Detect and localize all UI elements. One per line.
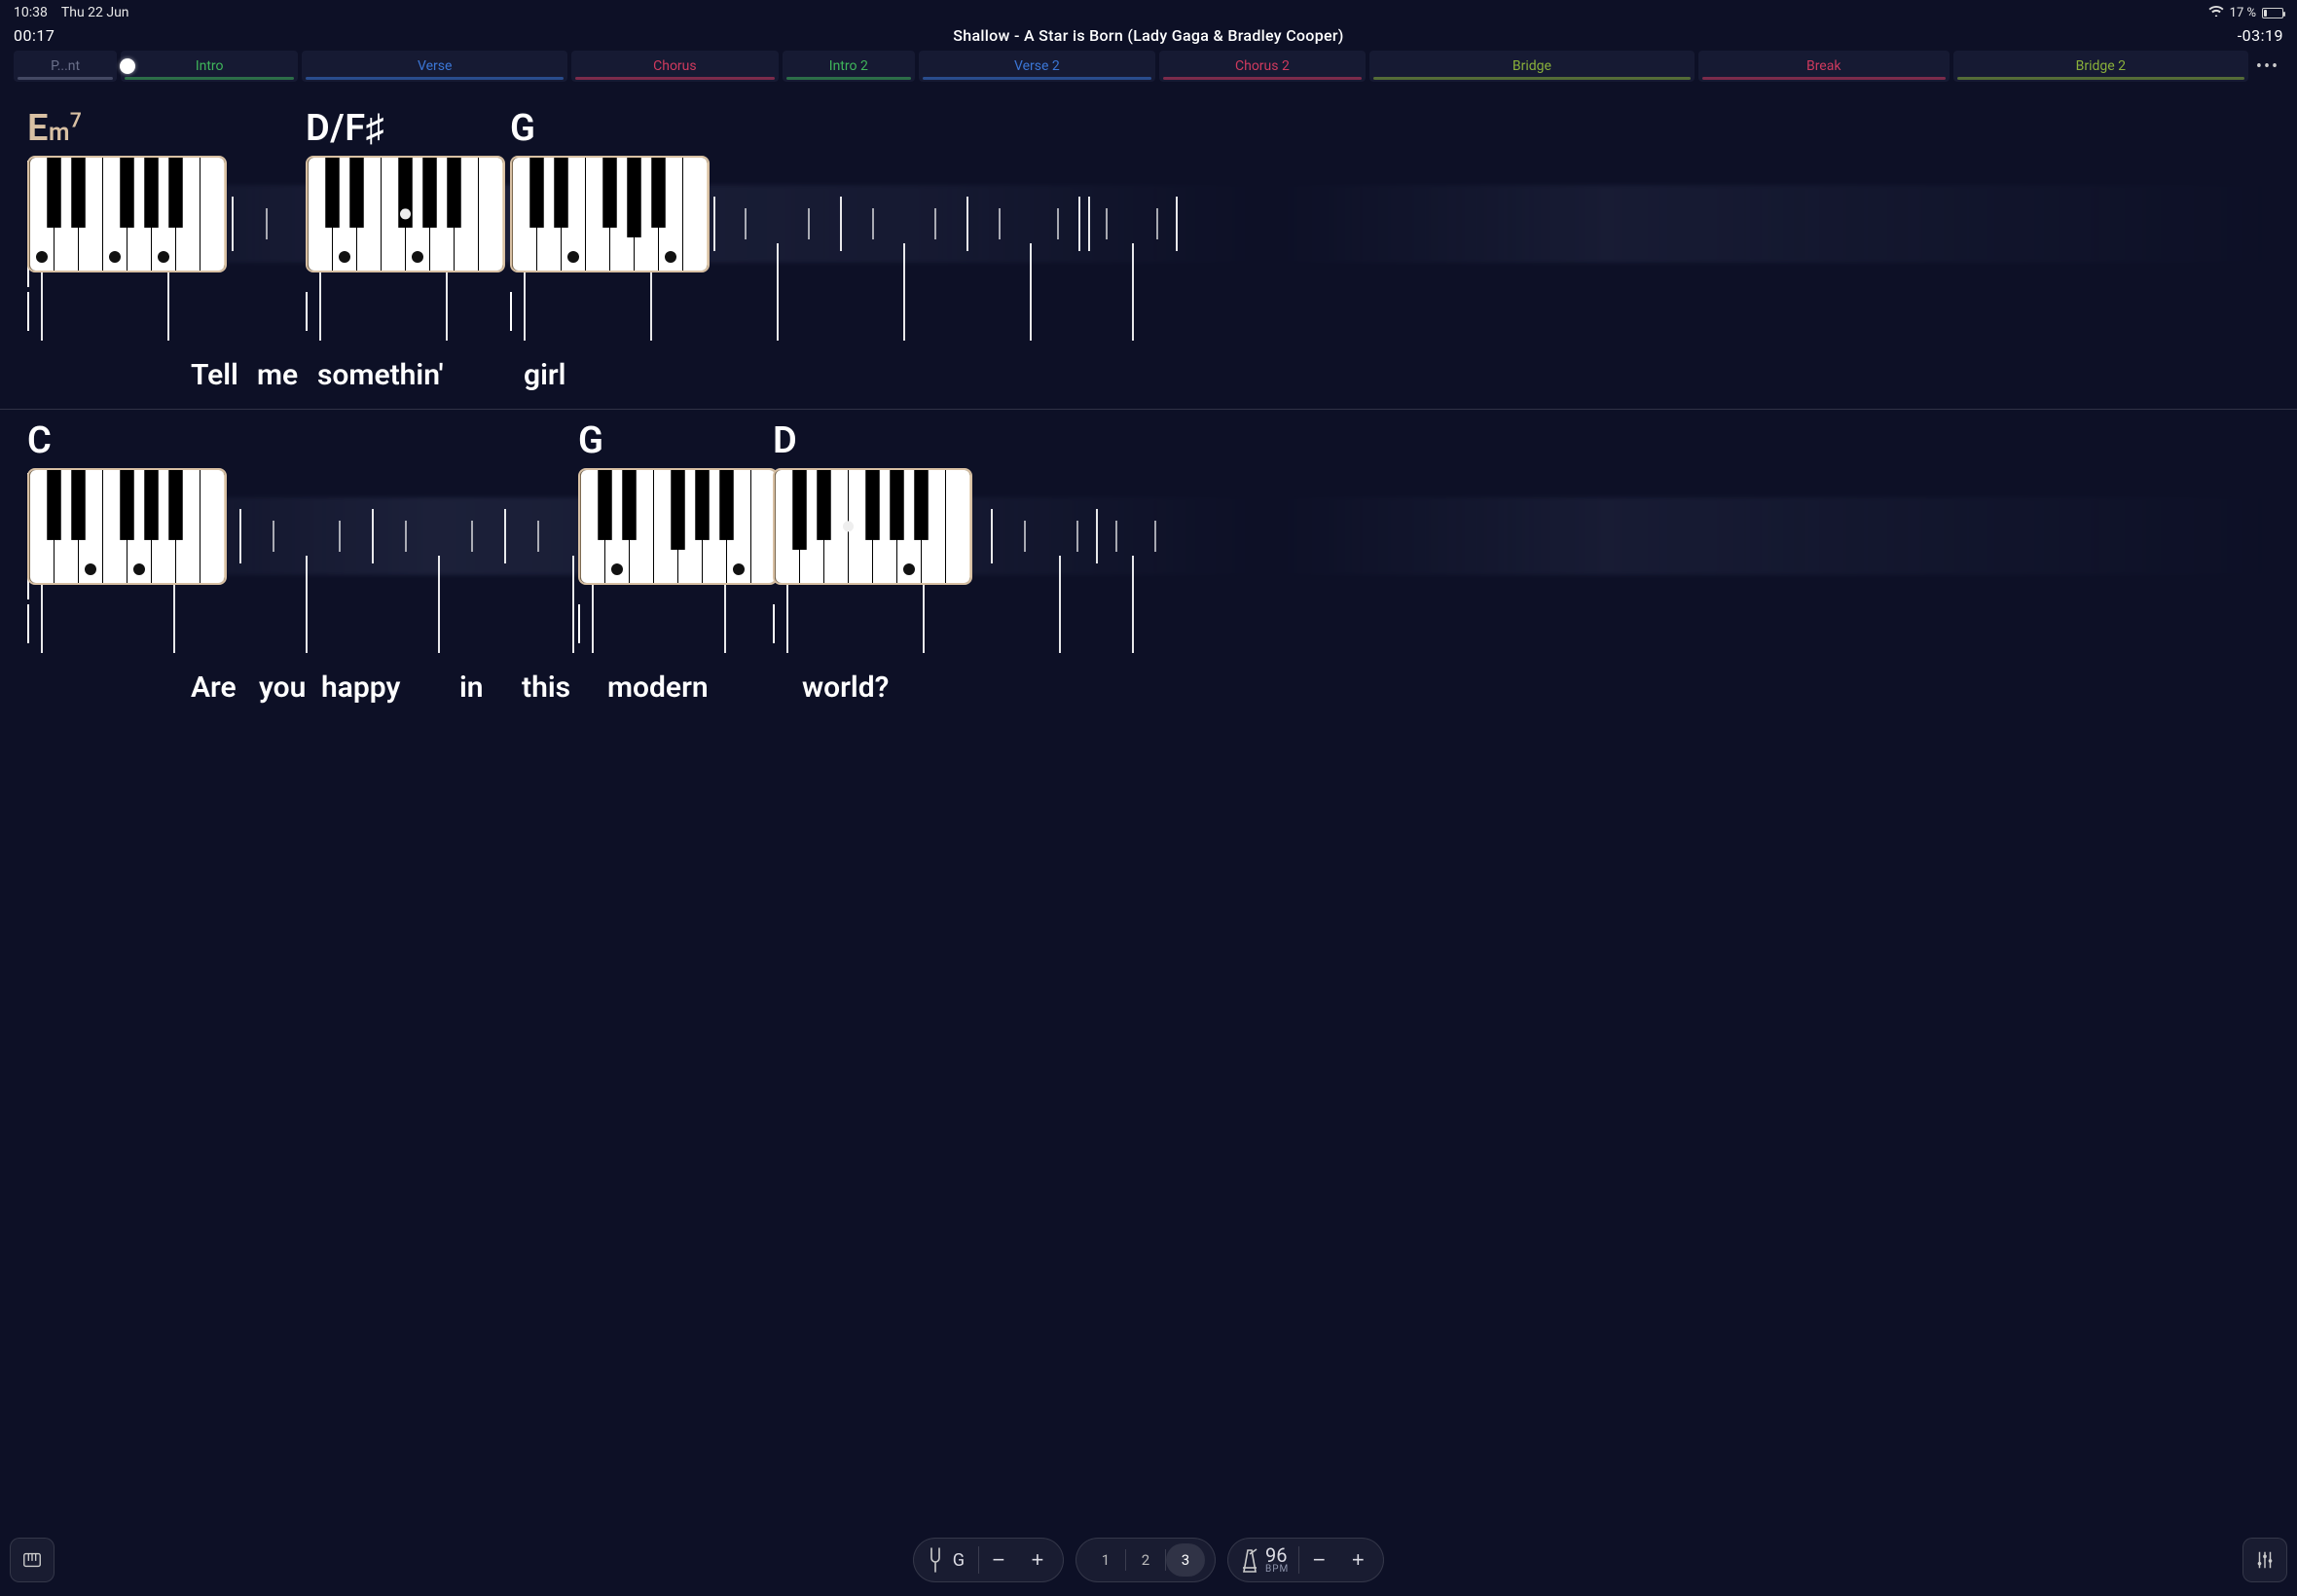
difficulty-option-2[interactable]: 2 bbox=[1126, 1543, 1165, 1577]
beat-ticks bbox=[27, 473, 2283, 599]
section-chorus[interactable]: Chorus bbox=[571, 51, 778, 82]
chord-name: D bbox=[773, 419, 972, 466]
section-bridge-2[interactable]: Bridge 2 bbox=[1953, 51, 2248, 82]
lyric-word: world? bbox=[802, 671, 889, 705]
metronome-icon bbox=[1234, 1546, 1265, 1574]
section-label: Verse bbox=[418, 58, 452, 74]
section-label: Verse 2 bbox=[1014, 58, 1060, 74]
bottom-toolbar: G − + 123 96 BPM − + bbox=[10, 1534, 2287, 1586]
status-bar: 10:38 Thu 22 Jun 17 % bbox=[0, 0, 2297, 21]
more-sections-button[interactable]: ••• bbox=[2252, 51, 2283, 82]
lyric-word: Tell bbox=[191, 358, 238, 392]
title-row: 00:17 Shallow - A Star is Born (Lady Gag… bbox=[0, 23, 2297, 47]
tempo-down-button[interactable]: − bbox=[1299, 1541, 1338, 1579]
lyric-word: somethin' bbox=[317, 358, 444, 392]
chord-name: C bbox=[27, 419, 227, 466]
lyric-word: modern bbox=[607, 671, 709, 705]
transpose-up-button[interactable]: + bbox=[1018, 1541, 1057, 1579]
section-break[interactable]: Break bbox=[1698, 51, 1950, 82]
lyric-word: me bbox=[257, 358, 298, 392]
tempo-up-button[interactable]: + bbox=[1338, 1541, 1377, 1579]
song-title: Shallow - A Star is Born (Lady Gaga & Br… bbox=[91, 26, 2206, 45]
difficulty-pill: 123 bbox=[1076, 1538, 1216, 1582]
chord-name: G bbox=[510, 107, 710, 154]
section-intro[interactable]: Intro bbox=[121, 51, 298, 82]
lyric-word: in bbox=[459, 671, 484, 705]
chord-name: Em7 bbox=[27, 107, 227, 154]
difficulty-option-1[interactable]: 1 bbox=[1086, 1543, 1125, 1577]
chord-card[interactable]: G bbox=[578, 419, 778, 585]
keyboard-diagram bbox=[773, 468, 972, 585]
keyboard-diagram bbox=[510, 156, 710, 272]
chord-name: G bbox=[578, 419, 778, 466]
lyric-word: you bbox=[259, 671, 306, 705]
lyric-word: happy bbox=[321, 671, 400, 705]
section-bridge[interactable]: Bridge bbox=[1369, 51, 1695, 82]
section-label: Chorus 2 bbox=[1235, 58, 1290, 74]
bpm-label: BPM bbox=[1265, 1565, 1289, 1575]
section-label: Chorus bbox=[653, 58, 697, 74]
section-label: Intro 2 bbox=[829, 58, 868, 74]
tuning-fork-icon bbox=[920, 1546, 951, 1574]
chord-card[interactable]: D/F♯ bbox=[306, 107, 505, 272]
wifi-icon bbox=[2208, 5, 2224, 20]
mixer-button[interactable] bbox=[2242, 1538, 2287, 1582]
lyric-word: Are bbox=[191, 671, 237, 705]
keyboard-diagram bbox=[27, 156, 227, 272]
battery-percent: 17 % bbox=[2230, 6, 2256, 20]
battery-icon bbox=[2262, 8, 2283, 18]
elapsed-time: 00:17 bbox=[14, 26, 91, 45]
transpose-down-button[interactable]: − bbox=[979, 1541, 1018, 1579]
chord-view-button[interactable] bbox=[10, 1538, 55, 1582]
status-time: 10:38 bbox=[14, 5, 48, 20]
remaining-time: -03:19 bbox=[2206, 26, 2283, 45]
tempo-pill: 96 BPM − + bbox=[1227, 1538, 1384, 1582]
lyric-word: this bbox=[522, 671, 570, 705]
waveform bbox=[27, 497, 2283, 575]
section-verse[interactable]: Verse bbox=[302, 51, 567, 82]
key-transpose-pill: G − + bbox=[913, 1538, 1064, 1582]
bpm-value: 96 bbox=[1265, 1545, 1289, 1565]
chord-card[interactable]: C bbox=[27, 419, 227, 585]
section-label: P...nt bbox=[51, 58, 80, 74]
chord-card[interactable]: D bbox=[773, 419, 972, 585]
chord-card[interactable]: G bbox=[510, 107, 710, 272]
section-p-nt[interactable]: P...nt bbox=[14, 51, 117, 82]
chord-row-2: C GD Areyou happy in this modern world? bbox=[0, 409, 2297, 720]
keyboard-diagram bbox=[578, 468, 778, 585]
keyboard-diagram bbox=[306, 156, 505, 272]
section-label: Bridge bbox=[1513, 58, 1551, 74]
section-verse-2[interactable]: Verse 2 bbox=[919, 51, 1155, 82]
section-timeline[interactable]: P...nt Intro Verse Chorus Intro 2 Verse 2 Chor… bbox=[14, 51, 2283, 82]
section-chorus-2[interactable]: Chorus 2 bbox=[1159, 51, 1366, 82]
keyboard-diagram bbox=[27, 468, 227, 585]
lyric-word: girl bbox=[524, 358, 565, 392]
status-date: Thu 22 Jun bbox=[61, 5, 129, 20]
chord-name: D/F♯ bbox=[306, 107, 505, 154]
chord-row-1: Em7 D/F♯G Tellme somethin' girl bbox=[0, 97, 2297, 409]
section-label: Bridge 2 bbox=[2076, 58, 2126, 74]
difficulty-option-3[interactable]: 3 bbox=[1166, 1543, 1205, 1577]
key-label: G bbox=[951, 1550, 978, 1571]
chord-card[interactable]: Em7 bbox=[27, 107, 227, 272]
section-label: Intro bbox=[196, 58, 224, 74]
section-label: Break bbox=[1806, 58, 1841, 74]
section-intro-2[interactable]: Intro 2 bbox=[783, 51, 916, 82]
